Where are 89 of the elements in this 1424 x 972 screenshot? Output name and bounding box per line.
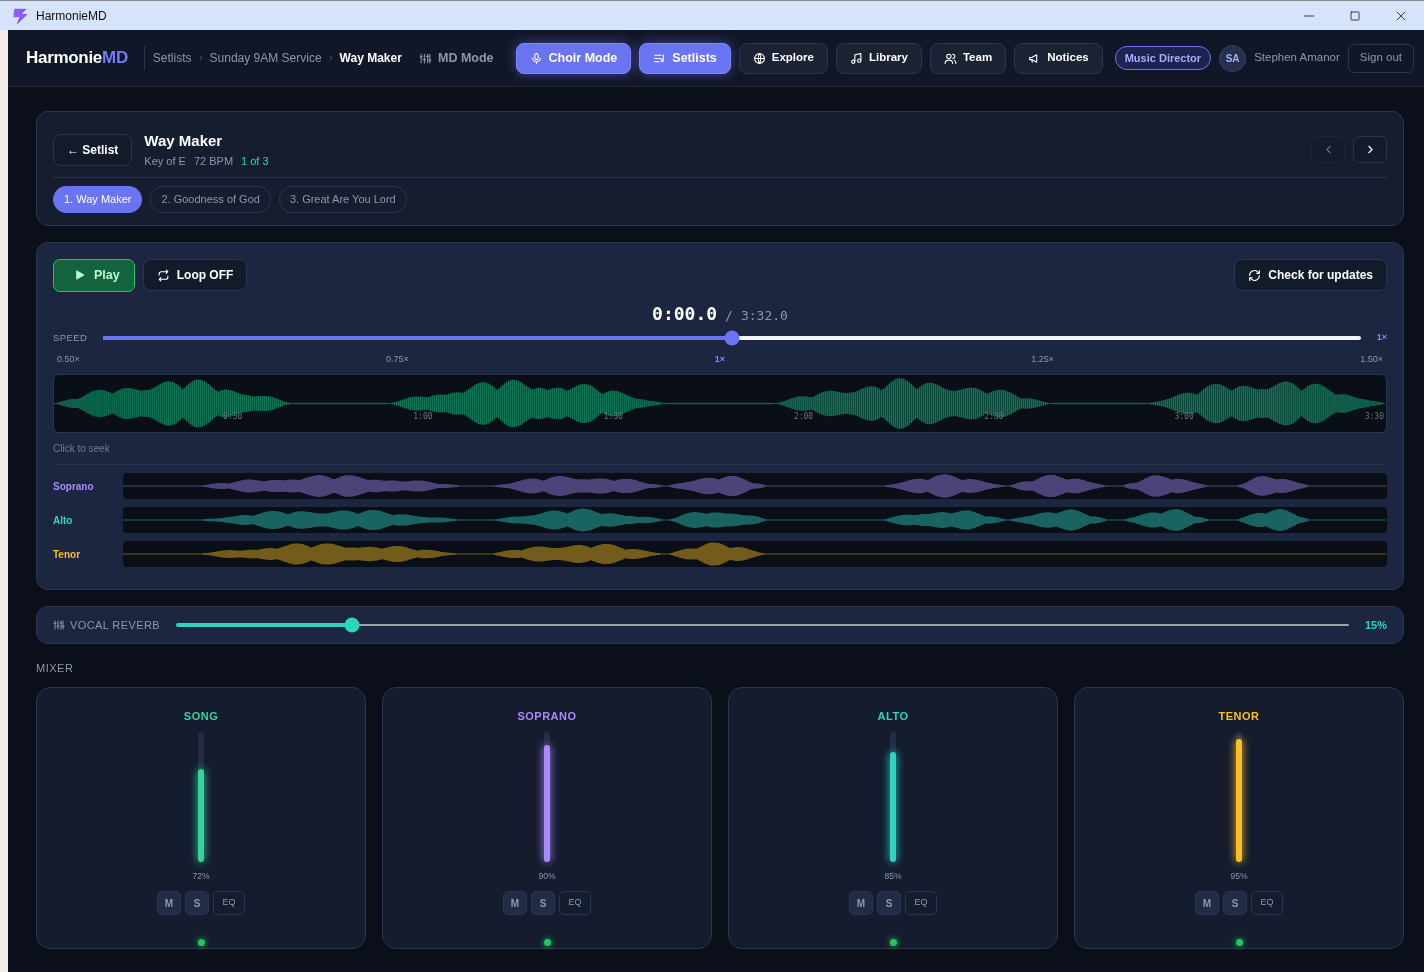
sign-out-button[interactable]: Sign out bbox=[1347, 43, 1414, 73]
channel-name: ALTO bbox=[877, 708, 909, 724]
speed-label: SPEED bbox=[53, 330, 88, 345]
slider-thumb[interactable] bbox=[724, 330, 740, 346]
people-icon bbox=[943, 51, 957, 65]
current-time: 0:00.0 bbox=[652, 301, 718, 326]
channel-name: TENOR bbox=[1218, 708, 1260, 724]
app-logo[interactable]: HarmonieMD bbox=[26, 45, 128, 71]
reverb-label: VOCAL REVERB bbox=[70, 618, 160, 633]
waveform-drawing[interactable] bbox=[123, 507, 1387, 534]
channel-name: SOPRANO bbox=[517, 708, 577, 724]
breadcrumb-link[interactable]: Sunday 9AM Service bbox=[209, 49, 322, 67]
solo-button[interactable]: S bbox=[531, 891, 555, 915]
mode-toggle[interactable]: MD Mode bbox=[405, 42, 508, 74]
fader-fill[interactable] bbox=[1236, 738, 1242, 863]
fader-fill[interactable] bbox=[198, 768, 204, 863]
nav-button[interactable]: Explore bbox=[738, 42, 828, 74]
nav-button[interactable]: Choir Mode bbox=[515, 42, 632, 74]
mute-button[interactable]: M bbox=[157, 891, 181, 915]
loop-icon bbox=[156, 268, 170, 282]
eq-button[interactable]: EQ bbox=[905, 891, 937, 915]
back-button[interactable]: ← Setlist bbox=[53, 133, 133, 166]
mute-button[interactable]: M bbox=[1195, 891, 1219, 915]
mute-button[interactable]: M bbox=[503, 891, 527, 915]
song-tab[interactable]: 2. Goodness of God bbox=[150, 186, 271, 213]
track-name: Tenor bbox=[53, 547, 82, 562]
track-name: Alto bbox=[53, 513, 74, 528]
speed-tick[interactable]: 0.75× bbox=[385, 352, 409, 367]
window-title: HarmonieMD bbox=[36, 7, 107, 25]
speed-value: 1× bbox=[1376, 330, 1387, 344]
slider-thumb[interactable] bbox=[344, 617, 360, 633]
song-position: 1 of 3 bbox=[241, 153, 269, 169]
speed-tick[interactable]: 1.25× bbox=[1031, 352, 1055, 367]
song-title: Way Maker bbox=[144, 131, 224, 151]
microphone-icon bbox=[529, 51, 543, 65]
eq-button[interactable]: EQ bbox=[1251, 891, 1283, 915]
track-name: Soprano bbox=[53, 479, 95, 494]
solo-button[interactable]: S bbox=[185, 891, 209, 915]
song-tab[interactable]: 3. Great Are You Lord bbox=[278, 186, 407, 213]
level-reading: 90% bbox=[538, 870, 556, 883]
channel-name: SONG bbox=[183, 708, 219, 724]
time-separator: / bbox=[725, 306, 733, 325]
speed-tick[interactable]: 0.50× bbox=[57, 352, 80, 367]
time-marker: 0:30 bbox=[223, 411, 244, 424]
time-marker: 3:30 bbox=[1364, 411, 1385, 424]
level-reading: 72% bbox=[192, 870, 210, 883]
time-marker: 2:30 bbox=[984, 411, 1005, 424]
duration: 3:32.0 bbox=[740, 306, 788, 325]
song-tab[interactable]: 1. Way Maker bbox=[53, 186, 143, 213]
nav-button[interactable]: Library bbox=[835, 42, 922, 74]
level-reading: 95% bbox=[1230, 870, 1248, 883]
globe-icon bbox=[752, 51, 766, 65]
loop-button[interactable]: Loop OFF bbox=[142, 259, 248, 291]
breadcrumb-link[interactable]: Setlists bbox=[152, 49, 192, 67]
nav-button[interactable]: Setlists bbox=[639, 42, 731, 74]
check-updates-button[interactable]: Check for updates bbox=[1234, 259, 1387, 291]
user-name: Stephen Amanor bbox=[1254, 50, 1340, 66]
eq-button[interactable]: EQ bbox=[213, 891, 245, 915]
play-icon bbox=[74, 269, 86, 281]
time-marker: 3:00 bbox=[1174, 411, 1195, 424]
waveform-drawing[interactable] bbox=[123, 473, 1387, 500]
sliders-icon bbox=[53, 619, 65, 632]
lightning-logo-icon bbox=[12, 6, 30, 25]
nav-button[interactable]: Notices bbox=[1014, 42, 1103, 74]
level-reading: 85% bbox=[884, 870, 902, 883]
eq-button[interactable]: EQ bbox=[559, 891, 591, 915]
time-marker: 1:30 bbox=[603, 411, 624, 424]
user-avatar: SA bbox=[1219, 44, 1247, 72]
section-title: MIXER bbox=[36, 661, 75, 677]
playlist-icon bbox=[653, 51, 667, 65]
fader-fill[interactable] bbox=[890, 751, 896, 863]
time-marker: 1:00 bbox=[413, 411, 434, 424]
music-note-icon bbox=[849, 51, 863, 65]
role-badge: Music Director bbox=[1114, 45, 1212, 71]
nav-button[interactable]: Team bbox=[929, 42, 1007, 74]
speed-tick[interactable]: 1.50× bbox=[1360, 352, 1383, 367]
solo-button[interactable]: S bbox=[877, 891, 901, 915]
song-key: Key of E bbox=[144, 152, 186, 169]
time-marker: 2:00 bbox=[793, 411, 815, 424]
seek-hint: Click to seek bbox=[53, 442, 111, 457]
play-button[interactable]: Play bbox=[53, 258, 135, 292]
song-tempo: 72 BPM bbox=[193, 153, 234, 169]
waveform-drawing[interactable] bbox=[123, 541, 1387, 568]
refresh-icon bbox=[1248, 268, 1262, 282]
solo-button[interactable]: S bbox=[1223, 891, 1247, 915]
reverb-value: 15% bbox=[1364, 618, 1387, 633]
speed-tick[interactable]: 1× bbox=[714, 352, 726, 367]
sliders-icon bbox=[419, 51, 432, 65]
mute-button[interactable]: M bbox=[849, 891, 873, 915]
